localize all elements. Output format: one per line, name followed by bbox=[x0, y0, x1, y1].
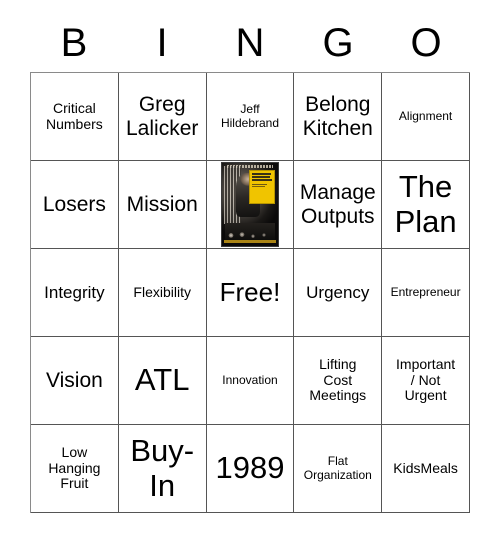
bingo-cell-r3-c5[interactable]: Entrepreneur bbox=[382, 249, 470, 337]
bingo-cell-r3-c3[interactable]: Free! bbox=[206, 249, 295, 337]
bingo-cell-r2-c1[interactable]: Losers bbox=[31, 161, 119, 249]
bingo-cell-label: Free! bbox=[219, 276, 281, 307]
bingo-cell-label: Integrity bbox=[44, 282, 105, 302]
bingo-cell-label: Lifting Cost Meetings bbox=[309, 355, 367, 404]
bingo-cell-label: ATL bbox=[134, 362, 190, 398]
bingo-cell-label: Alignment bbox=[398, 108, 453, 123]
bingo-cell-r2-c3[interactable] bbox=[206, 161, 295, 249]
bingo-cell-r4-c4[interactable]: Lifting Cost Meetings bbox=[294, 337, 383, 425]
bingo-grid: Critical Numbers Greg Lalicker Jeff Hildeb… bbox=[30, 72, 470, 513]
bingo-cell-r2-c4[interactable]: Manage Outputs bbox=[294, 161, 383, 249]
bingo-cell-r1-c1[interactable]: Critical Numbers bbox=[31, 73, 119, 161]
bingo-cell-r3-c2[interactable]: Flexibility bbox=[118, 249, 207, 337]
bingo-cell-r4-c1[interactable]: Vision bbox=[31, 337, 119, 425]
bingo-cell-r2-c5[interactable]: The Plan bbox=[382, 161, 470, 249]
bingo-cell-r1-c3[interactable]: Jeff Hildebrand bbox=[206, 73, 295, 161]
bingo-cell-r5-c2[interactable]: Buy- In bbox=[118, 425, 207, 513]
bingo-cell-label: Vision bbox=[45, 368, 103, 392]
bingo-cell-r4-c3[interactable]: Innovation bbox=[206, 337, 295, 425]
bingo-cell-r5-c5[interactable]: KidsMeals bbox=[382, 425, 470, 513]
bingo-cell-label: Entrepreneur bbox=[390, 284, 461, 299]
bingo-cell-label: Manage Outputs bbox=[299, 180, 376, 228]
bingo-cell-label: The Plan bbox=[394, 168, 457, 239]
bingo-header-letter-g: G bbox=[322, 21, 354, 65]
bingo-cell-label: Flat Organization bbox=[303, 454, 372, 482]
great-game-of-business-book-cover bbox=[220, 162, 279, 247]
bingo-cell-r2-c2[interactable]: Mission bbox=[118, 161, 207, 249]
book-cover-author-bar bbox=[223, 240, 276, 243]
bingo-cell-r5-c1[interactable]: Low Hanging Fruit bbox=[31, 425, 119, 513]
bingo-cell-label: Important / Not Urgent bbox=[396, 355, 456, 404]
bingo-cell-label: Innovation bbox=[222, 372, 278, 387]
bingo-header-letter-o: O bbox=[410, 21, 442, 65]
bingo-cell-r1-c5[interactable]: Alignment bbox=[382, 73, 470, 161]
bingo-header-letter-n: N bbox=[235, 21, 265, 65]
bingo-cell-r4-c5[interactable]: Important / Not Urgent bbox=[382, 337, 470, 425]
bingo-cell-label: Critical Numbers bbox=[46, 99, 103, 132]
bingo-cell-r4-c2[interactable]: ATL bbox=[118, 337, 207, 425]
bingo-cell-r3-c1[interactable]: Integrity bbox=[31, 249, 119, 337]
bingo-cell-r1-c2[interactable]: Greg Lalicker bbox=[118, 73, 207, 161]
bingo-cell-label: Low Hanging Fruit bbox=[48, 443, 101, 492]
bingo-cell-r3-c4[interactable]: Urgency bbox=[294, 249, 383, 337]
bingo-cell-label: Belong Kitchen bbox=[302, 92, 373, 140]
bingo-cell-r5-c3[interactable]: 1989 bbox=[206, 425, 295, 513]
bingo-cell-r5-c4[interactable]: Flat Organization bbox=[294, 425, 383, 513]
bingo-cell-label: Jeff Hildebrand bbox=[220, 102, 280, 130]
bingo-header-letter-b: B bbox=[60, 21, 88, 65]
bingo-cell-label: 1989 bbox=[215, 450, 285, 486]
bingo-header-letter-i: I bbox=[156, 21, 168, 65]
bingo-cell-label: Flexibility bbox=[133, 283, 191, 300]
bingo-cell-label: Losers bbox=[42, 192, 106, 216]
bingo-cell-r1-c4[interactable]: Belong Kitchen bbox=[294, 73, 383, 161]
bingo-cell-label: Greg Lalicker bbox=[126, 92, 199, 140]
bingo-cell-label: Mission bbox=[126, 192, 198, 216]
bingo-cell-label: KidsMeals bbox=[393, 459, 458, 476]
bingo-card: B I N G O Critical Numbers Greg Lalicker Jeff … bbox=[0, 0, 500, 544]
bingo-cell-label: Urgency bbox=[306, 282, 370, 302]
bingo-cell-label: Buy- In bbox=[130, 432, 195, 503]
bingo-header-row: BINGO bbox=[30, 14, 470, 72]
book-cover-title-panel bbox=[248, 170, 275, 204]
